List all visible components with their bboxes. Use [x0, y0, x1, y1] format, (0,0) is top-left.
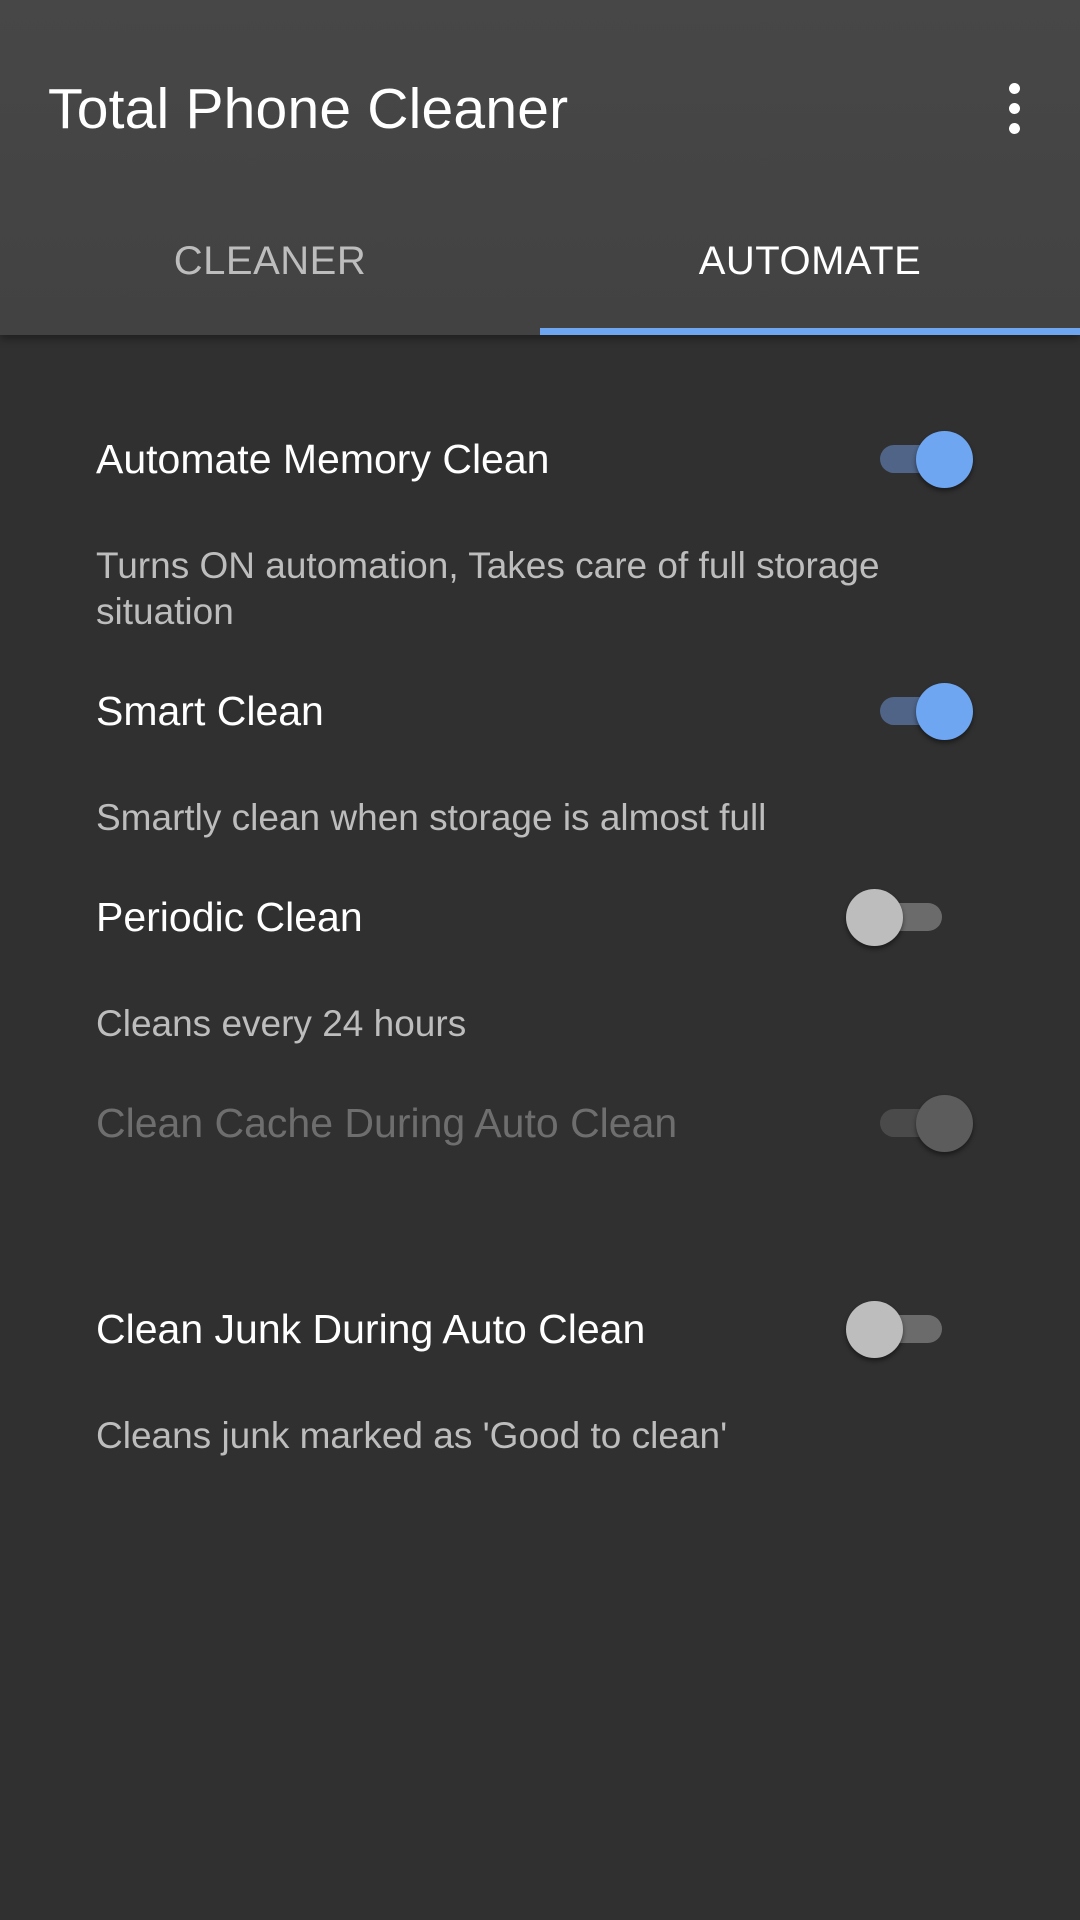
clean-cache-switch — [866, 1088, 976, 1158]
more-vertical-icon-dot — [1008, 102, 1020, 114]
tab-cleaner[interactable]: CLEANER — [0, 210, 540, 335]
periodic-clean-switch[interactable] — [846, 882, 956, 952]
setting-title: Smart Clean — [96, 688, 324, 734]
smart-clean-switch[interactable] — [866, 676, 976, 746]
selected-tab-indicator — [540, 328, 1080, 335]
setting-summary: Cleans every 24 hours — [96, 1003, 467, 1044]
switch-thumb — [846, 1301, 903, 1358]
switch-thumb — [916, 431, 973, 488]
app-bar: Total Phone Cleaner CLEANER AUTOMATE — [0, 0, 1080, 335]
switch-thumb — [846, 889, 903, 946]
switch-thumb — [916, 683, 973, 740]
setting-title: Clean Cache During Auto Clean — [96, 1100, 678, 1146]
more-vertical-icon — [1008, 82, 1020, 94]
settings-list: Automate Memory Clean Turns ON automatio… — [0, 335, 1080, 1920]
tab-automate[interactable]: AUTOMATE — [540, 210, 1080, 335]
setting-summary: Cleans junk marked as 'Good to clean' — [96, 1415, 728, 1456]
setting-summary: Smartly clean when storage is almost ful… — [96, 797, 767, 838]
setting-title: Clean Junk During Auto Clean — [96, 1306, 646, 1352]
app-title: Total Phone Cleaner — [48, 77, 569, 141]
setting-summary: Turns ON automation, Takes care of full … — [96, 545, 880, 632]
setting-title: Automate Memory Clean — [96, 436, 550, 482]
setting-title: Periodic Clean — [96, 894, 363, 940]
more-options-button[interactable] — [984, 76, 1044, 140]
clean-junk-switch[interactable] — [846, 1294, 956, 1364]
toolbar: Total Phone Cleaner — [0, 0, 1080, 220]
switch-thumb — [916, 1095, 973, 1152]
app-screen: Total Phone Cleaner CLEANER AUTOMATE Aut… — [0, 0, 1080, 1920]
tab-bar: CLEANER AUTOMATE — [0, 210, 1080, 335]
more-vertical-icon-dot — [1008, 122, 1020, 134]
automate-memory-clean-switch[interactable] — [866, 424, 976, 494]
